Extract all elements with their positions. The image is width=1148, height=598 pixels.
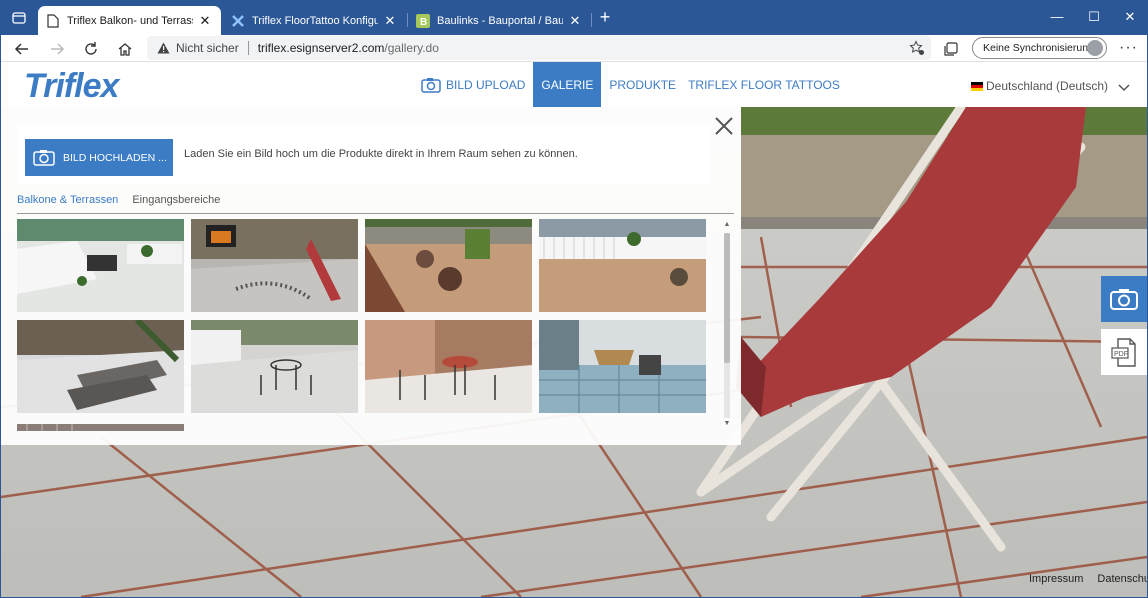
collections-icon[interactable] — [940, 38, 962, 60]
datenschutz-link[interactable]: Datenschutz — [1097, 573, 1147, 585]
gallery-thumbnail[interactable] — [365, 219, 532, 312]
sync-button[interactable]: Keine Synchronisierung — [972, 37, 1107, 59]
svg-text:PDF: PDF — [1114, 351, 1128, 358]
new-tab-icon[interactable]: + — [595, 8, 615, 28]
url-path: /gallery.do — [384, 41, 439, 55]
refresh-icon[interactable] — [80, 38, 102, 60]
footer-links: Impressum Datenschutz — [1029, 573, 1147, 585]
nav-label: GALERIE — [541, 77, 594, 92]
language-selector[interactable]: Deutschland (Deutsch) — [971, 79, 1108, 93]
page-content: Triflex BILD UPLOAD GALERIE PRODUKTE TRI… — [1, 62, 1147, 597]
language-label: Deutschland (Deutsch) — [986, 79, 1109, 93]
side-upload-button[interactable] — [1101, 276, 1147, 322]
tab-actions-icon[interactable] — [9, 9, 29, 27]
tab-balkone-terrassen[interactable]: Balkone & Terrassen — [17, 194, 118, 213]
avatar — [1087, 40, 1103, 56]
scroll-down-icon[interactable]: ▼ — [722, 420, 732, 427]
scroll-up-icon[interactable]: ▲ — [722, 221, 732, 228]
gallery-thumbnail[interactable] — [17, 320, 184, 413]
gallery-thumbnail[interactable] — [539, 320, 706, 413]
nav-label: PRODUKTE — [609, 77, 677, 92]
gallery-panel: BILD HOCHLADEN ... Laden Sie ein Bild ho… — [1, 107, 741, 445]
tab-baulinks[interactable]: B Baulinks - Bauportal / Baumagaz ✕ — [408, 6, 591, 35]
tab-title: Triflex Balkon- und Terrassen-Stu — [67, 14, 193, 27]
sync-label: Keine Synchronisierung — [983, 42, 1094, 54]
url-host: triflex.esignserver2.com — [257, 41, 385, 55]
gallery-thumbnail[interactable] — [17, 219, 184, 312]
tab-title: Baulinks - Bauportal / Baumagaz — [437, 14, 563, 27]
page-icon — [46, 13, 60, 28]
gallery-thumbnail[interactable] — [539, 219, 706, 312]
nav-produkte[interactable]: PRODUKTE — [605, 62, 680, 107]
scrollbar-thumb[interactable] — [724, 233, 730, 363]
more-icon[interactable]: ··· — [1119, 39, 1138, 57]
site-header: Triflex BILD UPLOAD GALERIE PRODUKTE TRI… — [1, 62, 1147, 107]
tab-eingangsbereiche[interactable]: Eingangsbereiche — [132, 194, 220, 213]
svg-text:B: B — [420, 17, 427, 28]
germany-flag-icon — [971, 81, 983, 91]
gallery-thumbnail[interactable] — [365, 320, 532, 413]
upload-hint: Laden Sie ein Bild hoch um die Produkte … — [184, 148, 578, 160]
triflex-logo[interactable]: Triflex — [24, 67, 119, 106]
bild-hochladen-button[interactable]: BILD HOCHLADEN ... — [25, 139, 173, 176]
window-close-icon[interactable]: ✕ — [1118, 7, 1142, 27]
forward-icon[interactable] — [46, 38, 68, 60]
triflex-x-icon — [231, 14, 245, 28]
nav-bild-upload[interactable]: BILD UPLOAD — [417, 62, 529, 107]
close-icon[interactable] — [713, 115, 735, 137]
home-icon[interactable] — [114, 38, 136, 60]
tab-title: Triflex FloorTattoo Konfigurator | — [252, 14, 378, 27]
close-icon[interactable]: ✕ — [197, 13, 213, 29]
close-icon[interactable]: ✕ — [382, 13, 398, 29]
gallery-scrollbar[interactable]: ▲ ▼ — [722, 221, 732, 430]
upload-button-label: BILD HOCHLADEN ... — [63, 151, 167, 164]
camera-icon — [33, 149, 55, 166]
maximize-icon[interactable]: ☐ — [1082, 7, 1106, 27]
nav-label: BILD UPLOAD — [446, 77, 526, 92]
security-label[interactable]: Nicht sicher — [176, 41, 239, 55]
close-icon[interactable]: ✕ — [567, 13, 583, 29]
gallery-thumbnail[interactable] — [17, 421, 184, 431]
nav-galerie[interactable]: GALERIE — [533, 62, 602, 107]
address-toolbar: Nicht sicher triflex.esignserver2.com/ga… — [1, 35, 1147, 62]
gallery-thumbnail[interactable] — [191, 320, 358, 413]
address-bar[interactable]: Nicht sicher triflex.esignserver2.com/ga… — [147, 36, 931, 60]
gallery-thumbnails — [17, 219, 717, 431]
upload-row: BILD HOCHLADEN ... Laden Sie ein Bild ho… — [17, 124, 711, 184]
impressum-link[interactable]: Impressum — [1029, 573, 1083, 585]
camera-icon — [421, 77, 441, 93]
chevron-down-icon[interactable] — [1118, 79, 1130, 97]
pdf-icon: PDF — [1111, 338, 1136, 367]
tab-strip: Triflex Balkon- und Terrassen-Stu ✕ Trif… — [1, 1, 1147, 35]
camera-icon — [1110, 289, 1138, 310]
add-favorite-icon[interactable] — [909, 40, 925, 59]
tab-triflex-studio[interactable]: Triflex Balkon- und Terrassen-Stu ✕ — [38, 6, 221, 35]
minimize-icon[interactable]: — — [1045, 7, 1069, 27]
warning-icon[interactable] — [157, 42, 170, 54]
gallery-category-tabs: Balkone & Terrassen Eingangsbereiche — [17, 194, 734, 214]
browser-window: Triflex Balkon- und Terrassen-Stu ✕ Trif… — [1, 1, 1147, 597]
side-pdf-button[interactable]: PDF — [1101, 329, 1147, 375]
tab-floortattoo[interactable]: Triflex FloorTattoo Konfigurator | ✕ — [223, 6, 406, 35]
main-nav: BILD UPLOAD GALERIE PRODUKTE TRIFLEX FLO… — [417, 62, 848, 107]
baulinks-icon: B — [416, 13, 430, 28]
nav-floor-tattoos[interactable]: TRIFLEX FLOOR TATTOOS — [684, 62, 844, 107]
nav-label: TRIFLEX FLOOR TATTOOS — [688, 77, 840, 92]
gallery-thumbnail[interactable] — [191, 219, 358, 312]
back-icon[interactable] — [11, 38, 33, 60]
